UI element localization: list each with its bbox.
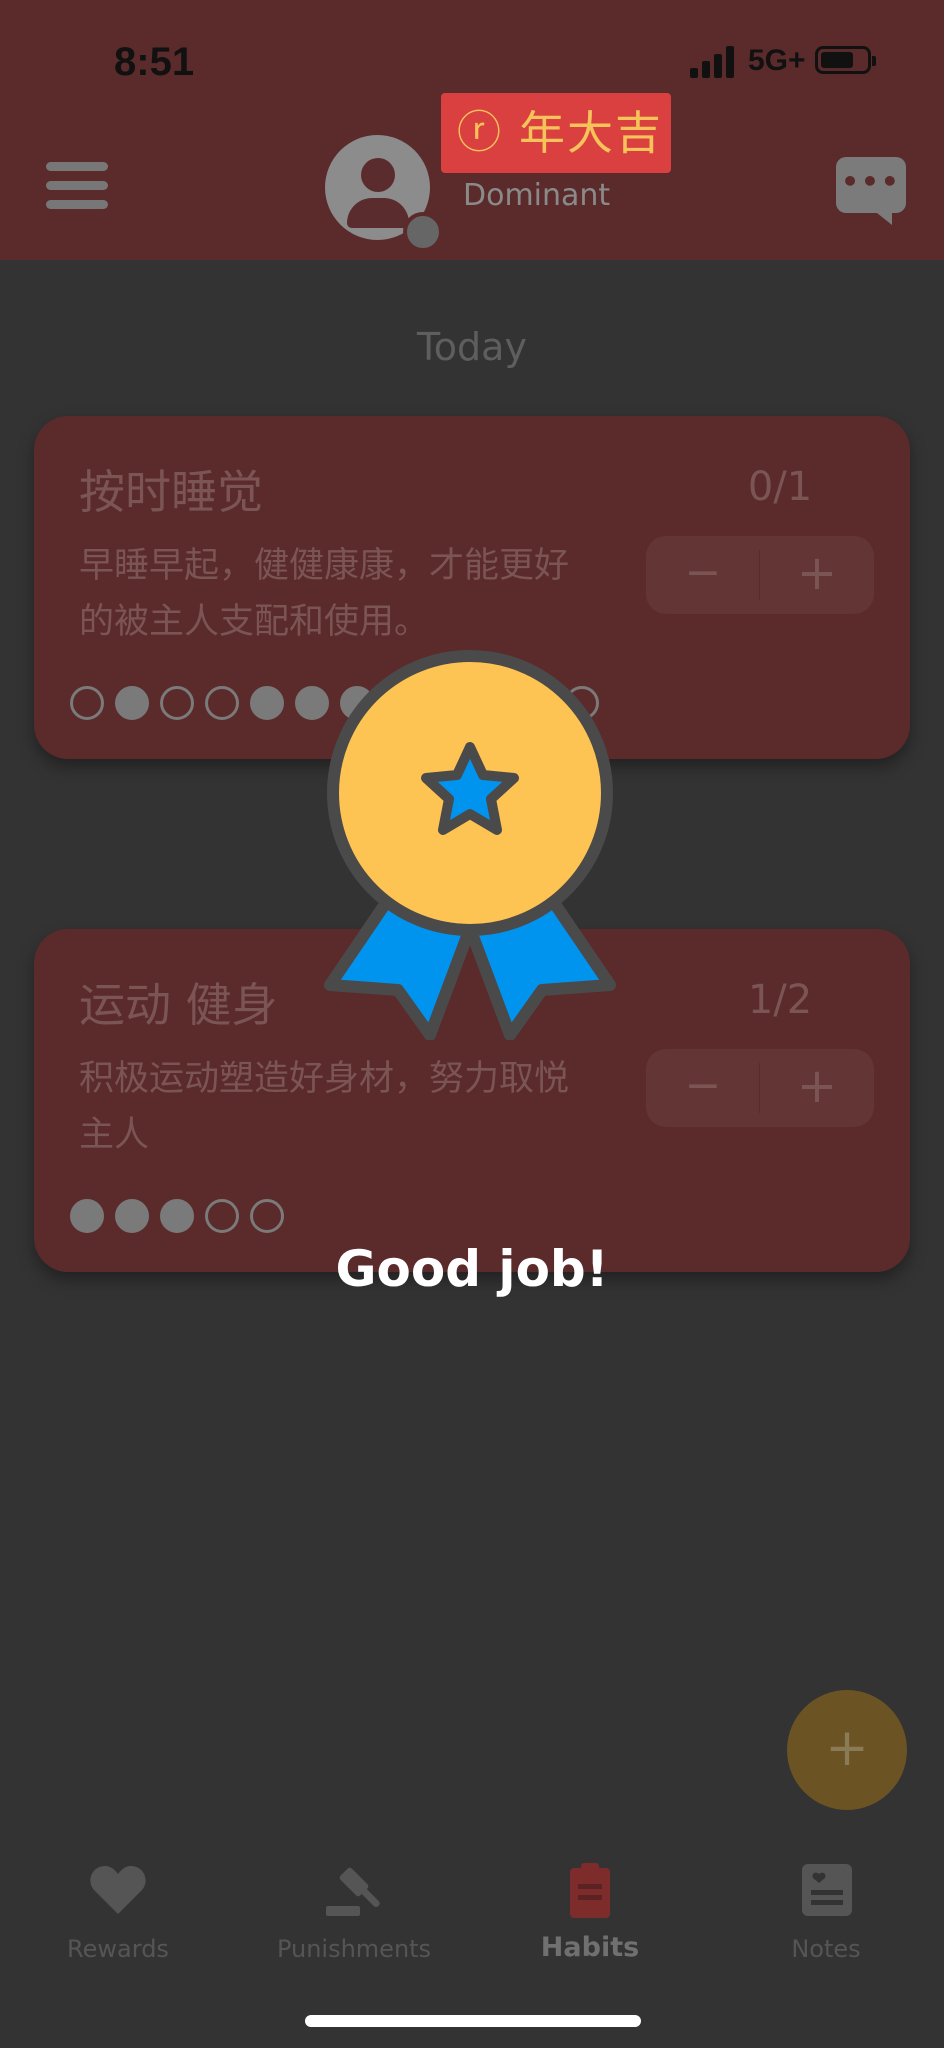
tab-habits[interactable]: Habits: [472, 1840, 708, 1980]
chat-icon: •••: [841, 165, 901, 198]
section-heading-today: Today: [417, 325, 527, 369]
habit-progress-count: 0/1: [747, 464, 813, 510]
network-type: 5G+: [748, 44, 806, 77]
new-year-banner: ⓡ 年大吉: [441, 93, 671, 173]
habit-title: 按时睡觉: [79, 465, 263, 519]
banner-text: 年大吉: [519, 106, 663, 160]
increment-button[interactable]: +: [760, 1049, 874, 1127]
history-dot: [250, 1199, 284, 1233]
decrement-button[interactable]: −: [646, 536, 760, 614]
status-time: 8:51: [114, 40, 195, 84]
notes-icon: [802, 1864, 852, 1916]
chat-button[interactable]: •••: [836, 157, 906, 225]
habit-progress-count: 1/2: [747, 977, 813, 1023]
history-dot: [160, 1199, 194, 1233]
habit-stepper: − +: [646, 536, 874, 614]
tab-label: Habits: [540, 1932, 640, 1963]
battery-icon: [815, 46, 876, 74]
medal-icon: [324, 650, 616, 1040]
online-status-icon: [403, 212, 443, 252]
habit-description: 积极运动塑造好身材，努力取悦主人: [79, 1059, 570, 1155]
history-dot: [205, 1199, 239, 1233]
history-dot: [205, 686, 239, 720]
gavel-icon: [326, 1867, 380, 1916]
home-indicator[interactable]: [305, 2015, 641, 2027]
history-dot: [115, 1199, 149, 1233]
history-dot: [70, 1199, 104, 1233]
rabbit-icon: ⓡ: [457, 107, 501, 158]
history-dot: [250, 686, 284, 720]
history-dot: [70, 686, 104, 720]
history-dot: [160, 686, 194, 720]
add-habit-button[interactable]: +: [787, 1690, 907, 1810]
good-job-message: Good job!: [335, 1240, 609, 1298]
habit-stepper: − +: [646, 1049, 874, 1127]
plus-icon: +: [825, 1718, 869, 1778]
increment-button[interactable]: +: [760, 536, 874, 614]
tab-label: Punishments: [276, 1935, 432, 1963]
tab-label: Notes: [791, 1935, 861, 1963]
tab-punishments[interactable]: Punishments: [236, 1840, 472, 1980]
role-label: Dominant: [463, 178, 611, 213]
menu-button[interactable]: [46, 162, 108, 210]
habit-title: 运动 健身: [79, 978, 278, 1032]
decrement-button[interactable]: −: [646, 1049, 760, 1127]
signal-icon: [690, 44, 740, 78]
history-dot: [115, 686, 149, 720]
habit-description: 早睡早起，健健康康，才能更好的被主人支配和使用。: [79, 546, 570, 642]
tab-label: Rewards: [67, 1935, 169, 1963]
tab-rewards[interactable]: Rewards: [0, 1840, 236, 1980]
heart-icon: [90, 1866, 146, 1914]
tab-notes[interactable]: Notes: [708, 1840, 944, 1980]
clipboard-icon: [570, 1863, 610, 1918]
